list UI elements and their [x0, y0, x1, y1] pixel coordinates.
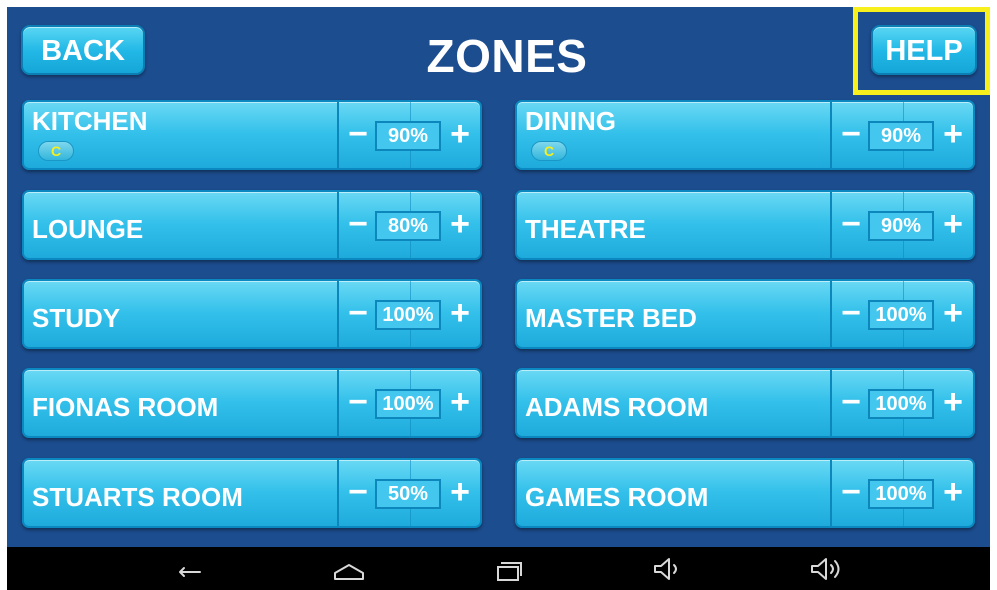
divider — [337, 281, 339, 347]
app-screen: BACK ZONES HELP KITCHEN C − 90% + DINING… — [7, 7, 990, 590]
volume-level: 90% — [375, 121, 441, 151]
volume-down-button[interactable]: − — [344, 384, 372, 420]
volume-level: 100% — [868, 479, 934, 509]
zone-fionas-room[interactable]: FIONAS ROOM − 100% + — [22, 368, 482, 438]
divider — [830, 281, 832, 347]
zone-study[interactable]: STUDY − 100% + — [22, 279, 482, 349]
volume-down-button[interactable]: − — [837, 116, 865, 152]
top-bar: BACK ZONES HELP — [7, 7, 990, 95]
zone-name: LOUNGE — [32, 214, 144, 244]
volume-level: 100% — [868, 300, 934, 330]
volume-up-button[interactable]: + — [446, 384, 474, 420]
zone-games-room[interactable]: GAMES ROOM − 100% + — [515, 458, 975, 528]
volume-up-icon[interactable] — [806, 555, 846, 583]
volume-up-button[interactable]: + — [446, 116, 474, 152]
volume-level: 50% — [375, 479, 441, 509]
volume-up-button[interactable]: + — [939, 116, 967, 152]
divider — [830, 460, 832, 526]
volume-up-button[interactable]: + — [939, 384, 967, 420]
zone-stuarts-room[interactable]: STUARTS ROOM − 50% + — [22, 458, 482, 528]
volume-up-button[interactable]: + — [446, 295, 474, 331]
volume-level: 90% — [868, 211, 934, 241]
zone-name: ADAMS ROOM — [525, 392, 709, 422]
zone-name: KITCHEN — [32, 106, 148, 136]
zone-name: DINING — [525, 106, 616, 136]
volume-up-button[interactable]: + — [939, 474, 967, 510]
volume-level: 80% — [375, 211, 441, 241]
divider — [337, 460, 339, 526]
volume-down-button[interactable]: − — [344, 206, 372, 242]
zone-name: FIONAS ROOM — [32, 392, 219, 422]
zone-name: STUARTS ROOM — [32, 482, 243, 512]
volume-down-button[interactable]: − — [837, 206, 865, 242]
divider — [830, 370, 832, 436]
zone-name: THEATRE — [525, 214, 646, 244]
volume-level: 100% — [375, 389, 441, 419]
back-icon[interactable] — [170, 555, 210, 583]
zone-lounge[interactable]: LOUNGE − 80% + — [22, 190, 482, 260]
volume-level: 90% — [868, 121, 934, 151]
help-button[interactable]: HELP — [871, 25, 977, 75]
zone-badge: C — [531, 141, 567, 161]
volume-level: 100% — [375, 300, 441, 330]
volume-up-button[interactable]: + — [939, 206, 967, 242]
zone-name: STUDY — [32, 303, 121, 333]
volume-down-icon[interactable] — [647, 555, 687, 583]
zone-theatre[interactable]: THEATRE − 90% + — [515, 190, 975, 260]
recent-apps-icon[interactable] — [488, 555, 528, 583]
volume-up-button[interactable]: + — [446, 206, 474, 242]
volume-level: 100% — [868, 389, 934, 419]
volume-down-button[interactable]: − — [837, 295, 865, 331]
divider — [830, 192, 832, 258]
volume-down-button[interactable]: − — [344, 474, 372, 510]
divider — [337, 102, 339, 168]
zone-adams-room[interactable]: ADAMS ROOM − 100% + — [515, 368, 975, 438]
divider — [337, 370, 339, 436]
zone-master-bed[interactable]: MASTER BED − 100% + — [515, 279, 975, 349]
zone-badge: C — [38, 141, 74, 161]
zone-name: MASTER BED — [525, 303, 697, 333]
zone-dining[interactable]: DINING C − 90% + — [515, 100, 975, 170]
volume-up-button[interactable]: + — [446, 474, 474, 510]
system-nav-bar — [7, 547, 990, 590]
volume-down-button[interactable]: − — [344, 295, 372, 331]
home-icon[interactable] — [329, 555, 369, 583]
volume-down-button[interactable]: − — [837, 474, 865, 510]
volume-up-button[interactable]: + — [939, 295, 967, 331]
volume-down-button[interactable]: − — [837, 384, 865, 420]
zone-kitchen[interactable]: KITCHEN C − 90% + — [22, 100, 482, 170]
divider — [830, 102, 832, 168]
divider — [337, 192, 339, 258]
page-title: ZONES — [426, 30, 588, 82]
volume-down-button[interactable]: − — [344, 116, 372, 152]
back-button[interactable]: BACK — [21, 25, 145, 75]
zone-name: GAMES ROOM — [525, 482, 709, 512]
